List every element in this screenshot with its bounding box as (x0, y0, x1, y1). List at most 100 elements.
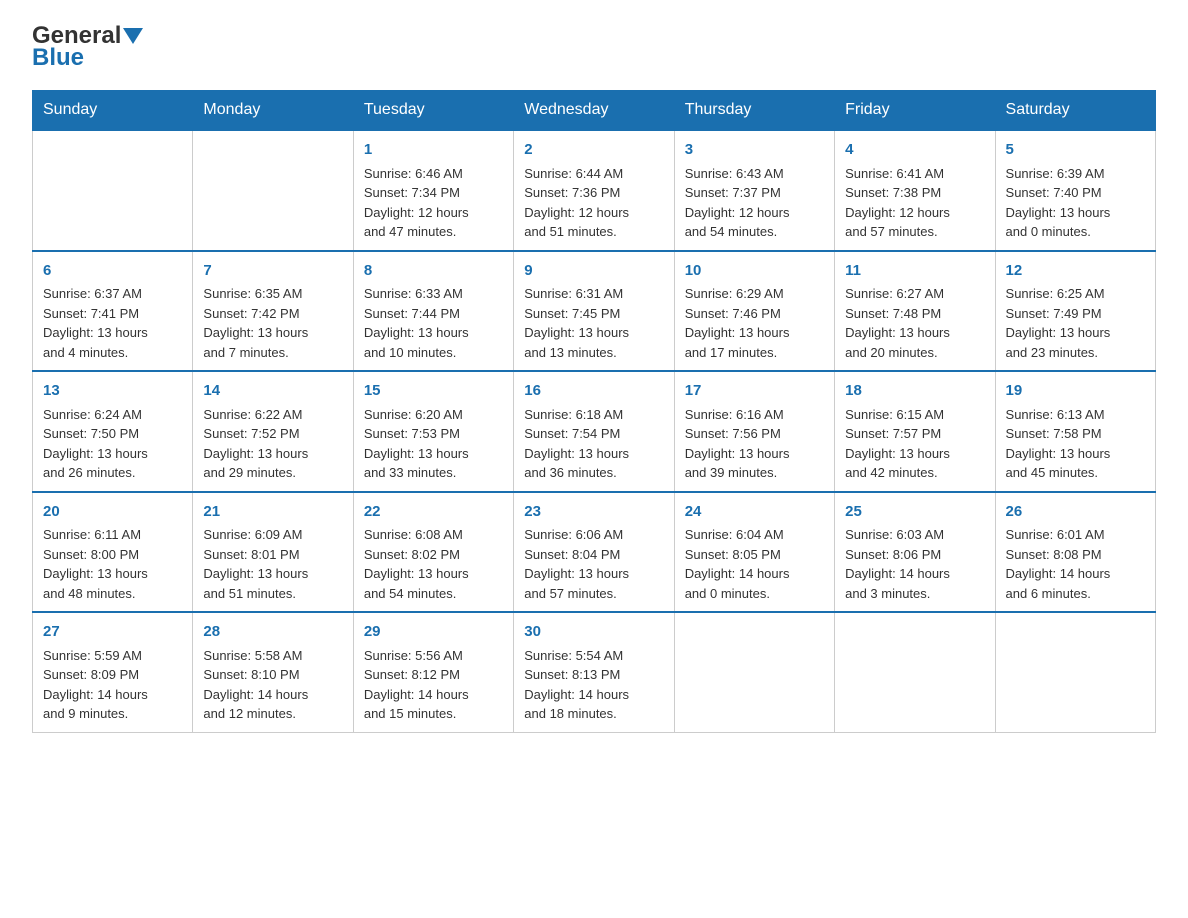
day-number: 12 (1006, 260, 1145, 283)
day-info-line: Sunrise: 6:11 AM (43, 525, 182, 545)
day-info-line: Sunset: 7:49 PM (1006, 304, 1145, 324)
calendar-cell: 7Sunrise: 6:35 AMSunset: 7:42 PMDaylight… (193, 251, 353, 372)
day-info-line: Sunrise: 6:33 AM (364, 284, 503, 304)
day-info-line: Sunset: 8:05 PM (685, 545, 824, 565)
day-info-line: Sunset: 7:52 PM (203, 424, 342, 444)
calendar-cell: 21Sunrise: 6:09 AMSunset: 8:01 PMDayligh… (193, 492, 353, 613)
day-number: 28 (203, 621, 342, 644)
day-number: 15 (364, 380, 503, 403)
day-info-line: and 4 minutes. (43, 343, 182, 363)
day-info-line: Sunset: 8:06 PM (845, 545, 984, 565)
calendar-cell (835, 612, 995, 732)
day-info-line: Sunrise: 5:58 AM (203, 646, 342, 666)
day-info-line: Daylight: 13 hours (364, 323, 503, 343)
day-info-line: Sunrise: 6:18 AM (524, 405, 663, 425)
day-info-line: Daylight: 12 hours (685, 203, 824, 223)
day-number: 29 (364, 621, 503, 644)
day-info-line: Sunset: 7:44 PM (364, 304, 503, 324)
day-info-line: Sunset: 8:09 PM (43, 665, 182, 685)
calendar-cell (674, 612, 834, 732)
day-info-line: and 51 minutes. (524, 222, 663, 242)
day-info-line: and 54 minutes. (364, 584, 503, 604)
day-info-line: Sunrise: 6:06 AM (524, 525, 663, 545)
calendar-cell: 11Sunrise: 6:27 AMSunset: 7:48 PMDayligh… (835, 251, 995, 372)
column-header-wednesday: Wednesday (514, 91, 674, 131)
day-info-line: Daylight: 13 hours (203, 444, 342, 464)
day-info-line: Sunset: 8:13 PM (524, 665, 663, 685)
day-info-line: and 42 minutes. (845, 463, 984, 483)
day-info-line: and 47 minutes. (364, 222, 503, 242)
column-header-friday: Friday (835, 91, 995, 131)
day-info-line: and 13 minutes. (524, 343, 663, 363)
calendar-cell: 4Sunrise: 6:41 AMSunset: 7:38 PMDaylight… (835, 130, 995, 251)
logo-arrow-icon (123, 26, 143, 46)
day-info-line: Sunset: 8:01 PM (203, 545, 342, 565)
day-info-line: Sunset: 7:58 PM (1006, 424, 1145, 444)
calendar-cell (193, 130, 353, 251)
calendar-cell: 1Sunrise: 6:46 AMSunset: 7:34 PMDaylight… (353, 130, 513, 251)
day-number: 26 (1006, 501, 1145, 524)
day-info-line: Daylight: 13 hours (845, 444, 984, 464)
day-info-line: and 57 minutes. (524, 584, 663, 604)
day-info-line: Sunrise: 6:29 AM (685, 284, 824, 304)
calendar-cell: 18Sunrise: 6:15 AMSunset: 7:57 PMDayligh… (835, 371, 995, 492)
day-number: 20 (43, 501, 182, 524)
calendar-cell: 13Sunrise: 6:24 AMSunset: 7:50 PMDayligh… (33, 371, 193, 492)
day-number: 16 (524, 380, 663, 403)
day-info-line: and 57 minutes. (845, 222, 984, 242)
calendar-week-row: 6Sunrise: 6:37 AMSunset: 7:41 PM Daylight… (33, 251, 1156, 372)
day-info-line: Sunrise: 6:22 AM (203, 405, 342, 425)
calendar-cell: 16Sunrise: 6:18 AMSunset: 7:54 PMDayligh… (514, 371, 674, 492)
day-info-line: and 33 minutes. (364, 463, 503, 483)
column-header-monday: Monday (193, 91, 353, 131)
day-info-line: Daylight: 14 hours (685, 564, 824, 584)
day-info-line: Daylight: 13 hours (43, 444, 182, 464)
calendar-cell: 27Sunrise: 5:59 AMSunset: 8:09 PMDayligh… (33, 612, 193, 732)
day-info-line: Sunrise: 6:46 AM (364, 164, 503, 184)
day-info-line: Daylight: 13 hours (1006, 203, 1145, 223)
day-info-line: Sunset: 7:36 PM (524, 183, 663, 203)
calendar-cell: 26Sunrise: 6:01 AMSunset: 8:08 PMDayligh… (995, 492, 1155, 613)
day-number: 27 (43, 621, 182, 644)
day-info-line: Sunset: 7:41 PM (43, 304, 182, 324)
day-number: 19 (1006, 380, 1145, 403)
day-info-line: Sunset: 7:48 PM (845, 304, 984, 324)
day-info-line: Daylight: 13 hours (364, 564, 503, 584)
calendar-cell: 12Sunrise: 6:25 AMSunset: 7:49 PMDayligh… (995, 251, 1155, 372)
day-number: 3 (685, 139, 824, 162)
calendar-cell: 15Sunrise: 6:20 AMSunset: 7:53 PMDayligh… (353, 371, 513, 492)
day-info-line: Daylight: 14 hours (1006, 564, 1145, 584)
day-info-line: Sunset: 7:34 PM (364, 183, 503, 203)
day-number: 6 (43, 260, 182, 283)
calendar-cell: 28Sunrise: 5:58 AMSunset: 8:10 PMDayligh… (193, 612, 353, 732)
calendar-cell: 3Sunrise: 6:43 AMSunset: 7:37 PMDaylight… (674, 130, 834, 251)
day-number: 21 (203, 501, 342, 524)
day-info-line: Sunset: 8:04 PM (524, 545, 663, 565)
day-info-line: Sunrise: 5:54 AM (524, 646, 663, 666)
day-info-line: and 7 minutes. (203, 343, 342, 363)
day-number: 22 (364, 501, 503, 524)
day-info-line: and 17 minutes. (685, 343, 824, 363)
day-info-line: and 18 minutes. (524, 704, 663, 724)
calendar-cell: 2Sunrise: 6:44 AMSunset: 7:36 PMDaylight… (514, 130, 674, 251)
day-info-line: Daylight: 13 hours (685, 444, 824, 464)
calendar-cell: 22Sunrise: 6:08 AMSunset: 8:02 PMDayligh… (353, 492, 513, 613)
day-info-line: Sunset: 7:56 PM (685, 424, 824, 444)
calendar-week-row: 20Sunrise: 6:11 AMSunset: 8:00 PMDayligh… (33, 492, 1156, 613)
calendar-table: SundayMondayTuesdayWednesdayThursdayFrid… (32, 90, 1156, 733)
calendar-cell: 10Sunrise: 6:29 AMSunset: 7:46 PMDayligh… (674, 251, 834, 372)
calendar-cell: 24Sunrise: 6:04 AMSunset: 8:05 PMDayligh… (674, 492, 834, 613)
day-info-line: Daylight: 14 hours (203, 685, 342, 705)
calendar-cell: 14Sunrise: 6:22 AMSunset: 7:52 PMDayligh… (193, 371, 353, 492)
day-info-line: Sunrise: 6:37 AM (43, 284, 182, 304)
day-number: 18 (845, 380, 984, 403)
day-number: 8 (364, 260, 503, 283)
day-info-line: Sunset: 7:50 PM (43, 424, 182, 444)
day-number: 24 (685, 501, 824, 524)
day-info-line: and 48 minutes. (43, 584, 182, 604)
day-info-line: Sunrise: 5:56 AM (364, 646, 503, 666)
calendar-week-row: 13Sunrise: 6:24 AMSunset: 7:50 PMDayligh… (33, 371, 1156, 492)
column-header-thursday: Thursday (674, 91, 834, 131)
day-info-line: Daylight: 13 hours (524, 444, 663, 464)
calendar-cell: 5Sunrise: 6:39 AMSunset: 7:40 PMDaylight… (995, 130, 1155, 251)
